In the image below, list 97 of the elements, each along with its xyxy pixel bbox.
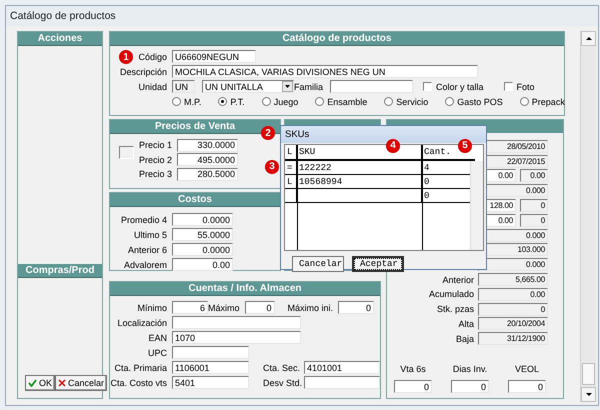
field-label: Advalorem (124, 260, 167, 270)
radio-button[interactable]: Servicio (384, 96, 428, 106)
checkbox[interactable] (119, 146, 134, 159)
input-field[interactable]: 0 (338, 301, 374, 314)
panel-header: Compras/Prod (18, 264, 102, 278)
table-cell: 0 (424, 176, 430, 186)
scroll-thumb[interactable] (582, 363, 595, 385)
input-field[interactable] (172, 346, 249, 359)
radio-button[interactable]: Juego (262, 96, 298, 106)
cancel-button[interactable]: Cancelar (55, 375, 108, 391)
input-field[interactable] (304, 376, 380, 389)
radio-button[interactable]: Gasto POS (445, 96, 503, 106)
input-field[interactable]: 55.0000 (172, 228, 233, 241)
field-label: Vta 6s (400, 364, 426, 374)
radio-button[interactable]: Ensamble (315, 96, 368, 106)
field-label: Promedio 4 (120, 214, 167, 224)
input-field[interactable]: MOCHILA CLASICA, VARIAS DIVISIONES NEG UN (172, 65, 478, 78)
input-field[interactable]: 0 (451, 380, 489, 394)
unit-dropdown[interactable]: UN UNITALLA (202, 80, 294, 93)
field-label: Stk. pzas (436, 304, 474, 314)
field-label: Familia (294, 82, 324, 92)
column-header: L (287, 147, 292, 157)
field-label: Ultimo 5 (134, 230, 167, 240)
table-cell: L (287, 176, 292, 186)
table-cell: = (287, 162, 292, 172)
scrollbar[interactable] (470, 161, 483, 250)
field-label: Alta (458, 318, 474, 329)
field-label: Máximo ini. (288, 302, 334, 312)
input-field[interactable]: 6 (172, 301, 208, 314)
field-label: EAN (148, 332, 167, 342)
field-label: Anterior (442, 274, 474, 285)
field-label: Baja (456, 334, 474, 344)
field-label: Cta. Costo vts (110, 378, 167, 388)
field-label: Descripción (120, 66, 167, 76)
input-field[interactable]: 0.0000 (172, 213, 233, 226)
check-icon (28, 379, 37, 387)
input-field[interactable]: 0 (508, 380, 546, 394)
column-header: SKU (299, 147, 316, 157)
input-field[interactable]: 280.5000 (177, 168, 238, 181)
caret-icon (285, 85, 290, 88)
cancel-button[interactable]: Cancelar (292, 256, 344, 272)
field-label: VEOL (514, 364, 539, 374)
input-field[interactable]: 4101001 (304, 361, 380, 374)
input-field[interactable]: 1106001 (172, 361, 249, 374)
scroll-up-button[interactable] (581, 31, 596, 46)
caret-icon (586, 37, 592, 40)
field-label: Código (138, 52, 167, 62)
number-badge: 4 (386, 139, 400, 153)
window-title: Catálogo de productos (10, 10, 116, 22)
input-field[interactable]: U66609NEGUN (172, 50, 256, 63)
input-field[interactable]: 330.0000 (177, 138, 238, 152)
radio-button[interactable]: Prepack (520, 96, 565, 106)
input-field[interactable]: 0.0000 (172, 243, 233, 256)
panel-header: Catálogo de productos (110, 32, 564, 46)
field-label: Cta. Sec. (263, 362, 300, 372)
field-label: Anterior 6 (128, 244, 167, 254)
field-label: Cta. Primaria (114, 362, 167, 372)
field-label: Acumulado (428, 289, 474, 300)
field-label: Unidad (138, 82, 167, 92)
radio-button[interactable]: P.T. (218, 96, 245, 106)
input-field[interactable]: UN (172, 80, 195, 93)
panel-header: Cuentas / Info. Almacen (110, 282, 380, 296)
field-label: Dias Inv. (452, 364, 488, 374)
table-cell: 122222 (299, 162, 332, 172)
input-field[interactable]: 0 (394, 380, 432, 394)
checkbox[interactable]: Color y talla (423, 82, 484, 92)
dialog-title: SKUs (285, 129, 310, 140)
accept-button[interactable]: Aceptar (352, 256, 404, 272)
panel-header: Costos (110, 193, 280, 207)
table-cell: 0 (424, 190, 430, 200)
number-badge: 5 (458, 139, 472, 153)
input-field[interactable]: 1070 (172, 331, 301, 344)
field-label: Precio 2 (139, 154, 172, 165)
input-field[interactable] (172, 316, 301, 329)
field-label: Máximo (208, 302, 240, 312)
column-header: Cant. (424, 147, 452, 157)
input-field[interactable]: 495.0000 (177, 153, 238, 166)
field-label: Precio 1 (139, 140, 172, 150)
table-cell: 10568994 (299, 176, 342, 186)
radio-button[interactable]: M.P. (172, 96, 202, 106)
input-field[interactable] (330, 80, 414, 93)
panel-header: Acciones (18, 32, 102, 46)
scroll-down-button[interactable] (581, 387, 596, 402)
checkbox[interactable]: Foto (504, 82, 535, 92)
field-label: Precio 3 (139, 169, 172, 180)
ok-button[interactable]: OK (25, 375, 56, 391)
input-field[interactable]: 0 (244, 301, 275, 314)
number-badge: 1 (119, 50, 133, 64)
close-icon (58, 379, 66, 387)
field-label: UPC (148, 348, 167, 358)
caret-icon (586, 393, 592, 396)
field-label: Localización (117, 318, 167, 328)
table-cell: 4 (424, 162, 430, 172)
field-label: Desv Std. (263, 378, 302, 388)
input-field[interactable]: 0.00 (172, 258, 233, 271)
field-label: Mínimo (137, 302, 167, 312)
input-field[interactable]: 5401 (172, 376, 249, 389)
